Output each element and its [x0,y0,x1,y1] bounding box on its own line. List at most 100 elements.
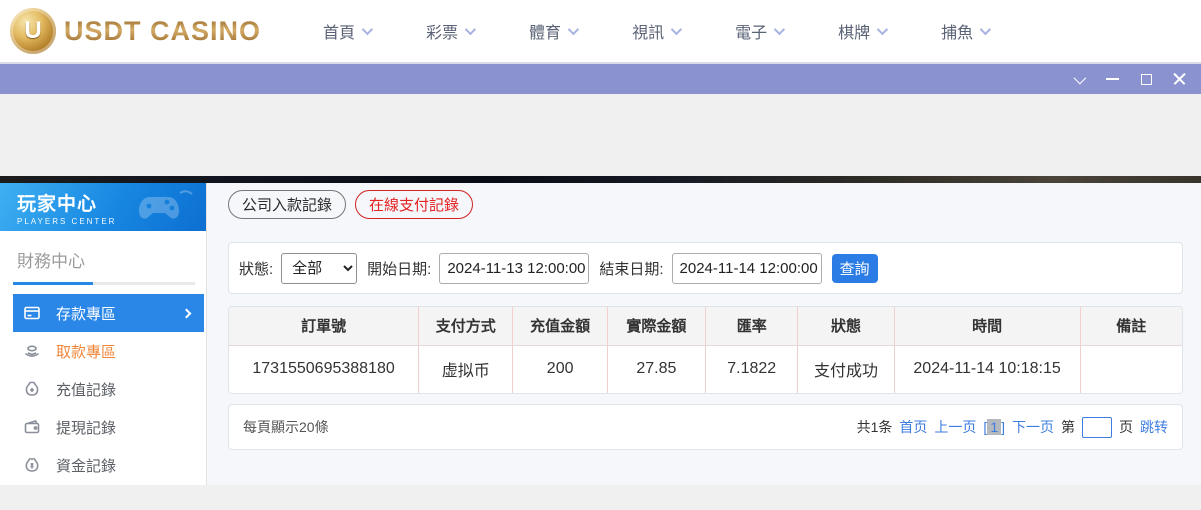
window-title-bar [0,62,1201,94]
status-select[interactable]: 全部 [281,253,357,284]
page-size-text: 每頁顯示20條 [243,417,329,437]
chevron-right-icon [182,308,192,318]
sidebar-item-label: 存款專區 [56,303,116,324]
sidebar: 玩家中心 PLAYERS CENTER 財務中心 存款專區 [0,183,207,485]
nav-item-slots[interactable]: 電子 [735,19,782,43]
search-button[interactable]: 查詢 [832,254,878,283]
nav-item-live-video[interactable]: 視訊 [632,19,679,43]
nav-item-fishing[interactable]: 捕魚 [941,19,988,43]
chevron-down-icon [980,24,991,35]
jump-button[interactable]: 跳转 [1140,417,1168,437]
players-center-header: 玩家中心 PLAYERS CENTER [0,183,206,231]
sidebar-item-deposit-area[interactable]: 存款專區 [13,294,204,332]
chevron-down-icon [877,24,888,35]
bracket-close: ] [1001,419,1005,435]
col-rate: 匯率 [705,307,797,345]
cell-actual-amount: 27.85 [607,345,705,393]
logo-letter: U [24,17,41,45]
recharge-record-icon [23,380,41,398]
sidebar-item-label: 資金記錄 [56,455,116,476]
cell-rate: 7.1822 [705,345,797,393]
chevron-down-icon [362,24,373,35]
col-actual-amount: 實際金額 [607,307,705,345]
pager: 共1条 首页 上一页 [1] 下一页 第 页 跳转 [857,417,1168,438]
chevron-down-icon [465,24,476,35]
sidebar-item-funds-records[interactable]: 資金記錄 [13,446,204,484]
page-gap [0,94,1201,176]
first-page-link[interactable]: 首页 [899,417,927,437]
content-region: 玩家中心 PLAYERS CENTER 財務中心 存款專區 [0,183,1201,485]
sidebar-item-label: 提現記錄 [56,417,116,438]
chevron-down-icon [671,24,682,35]
sidebar-item-recharge-records[interactable]: 充值記錄 [13,370,204,408]
end-date-label: 結束日期: [599,258,663,279]
cell-status: 支付成功 [798,345,894,393]
nav-item-sports[interactable]: 體育 [529,19,576,43]
cell-time: 2024-11-14 10:18:15 [894,345,1080,393]
chevron-down-icon [774,24,785,35]
cell-order-no: 1731550695388180 [229,345,419,393]
nav-item-home[interactable]: 首頁 [323,19,370,43]
current-page-number: 1 [987,419,1001,435]
sidebar-item-label: 取款專區 [56,341,116,362]
col-order-no: 訂單號 [229,307,419,345]
chevron-down-icon [568,24,579,35]
window-chevron-down-icon[interactable] [1071,72,1085,86]
cell-amount: 200 [513,345,607,393]
sidebar-item-label: 充值記錄 [56,379,116,400]
tab-online-payment-records[interactable]: 在線支付記錄 [355,190,473,219]
brand-logo[interactable]: U USDT CASINO [10,8,261,54]
records-table-card: 訂單號 支付方式 充值金額 實際金額 匯率 狀態 時間 備註 173155069… [228,306,1183,394]
end-date-input[interactable] [672,253,822,284]
tab-company-deposit-records[interactable]: 公司入款記錄 [228,190,346,219]
col-pay-method: 支付方式 [419,307,513,345]
finance-center-heading: 財務中心 [0,231,206,272]
sidebar-item-withdrawal-records[interactable]: 提現記錄 [13,408,204,446]
window-close-icon[interactable] [1173,72,1187,86]
record-tabs: 公司入款記錄 在線支付記錄 [228,190,1201,219]
nav-label: 捕魚 [941,19,973,43]
chevron-down-icon [1073,71,1086,84]
records-table: 訂單號 支付方式 充值金額 實際金額 匯率 狀態 時間 備註 173155069… [229,307,1182,393]
col-status: 狀態 [798,307,894,345]
gamepad-icon [136,187,198,227]
banner-edge-strip [0,176,1201,183]
jump-page-input[interactable] [1082,417,1112,438]
nav-label: 首頁 [323,19,355,43]
col-remark: 備註 [1080,307,1182,345]
nav-label: 視訊 [632,19,664,43]
withdraw-hand-icon [23,342,41,360]
page-bottom-gap [0,485,1201,510]
nav-item-board-games[interactable]: 棋牌 [838,19,885,43]
section-underline [13,282,195,285]
col-time: 時間 [894,307,1080,345]
next-page-link[interactable]: 下一页 [1012,417,1054,437]
funds-record-icon [23,456,41,474]
main-nav: 首頁 彩票 體育 視訊 電子 棋牌 捕魚 [323,19,988,43]
window-maximize-icon[interactable] [1139,72,1153,86]
nav-item-lottery[interactable]: 彩票 [426,19,473,43]
prev-page-link[interactable]: 上一页 [934,417,976,437]
window-controls [1071,72,1201,86]
main-panel: 公司入款記錄 在線支付記錄 狀態: 全部 開始日期: 結束日期: 查詢 [207,183,1201,485]
start-date-input[interactable] [439,253,589,284]
total-count-text: 共1条 [857,417,893,437]
site-header: U USDT CASINO 首頁 彩票 體育 視訊 電子 棋牌 捕魚 [0,0,1201,62]
jump-prefix-label: 第 [1061,417,1075,437]
pagination-bar: 每頁顯示20條 共1条 首页 上一页 [1] 下一页 第 页 跳转 [228,404,1183,450]
table-header-row: 訂單號 支付方式 充值金額 實際金額 匯率 狀態 時間 備註 [229,307,1182,345]
brand-logo-icon: U [10,8,56,54]
filter-bar: 狀態: 全部 開始日期: 結束日期: 查詢 [228,242,1183,294]
withdrawal-record-icon [23,418,41,436]
maximize-icon [1141,74,1152,85]
nav-label: 棋牌 [838,19,870,43]
sidebar-menu: 存款專區 取款專區 充值記錄 提現記錄 [0,294,206,484]
deposit-card-icon [23,304,41,322]
start-date-label: 開始日期: [367,258,431,279]
sidebar-item-withdraw-area[interactable]: 取款專區 [13,332,204,370]
col-amount: 充值金額 [513,307,607,345]
jump-suffix-label: 页 [1119,417,1133,437]
window-minimize-icon[interactable] [1105,72,1119,86]
nav-label: 體育 [529,19,561,43]
cell-remark [1080,345,1182,393]
